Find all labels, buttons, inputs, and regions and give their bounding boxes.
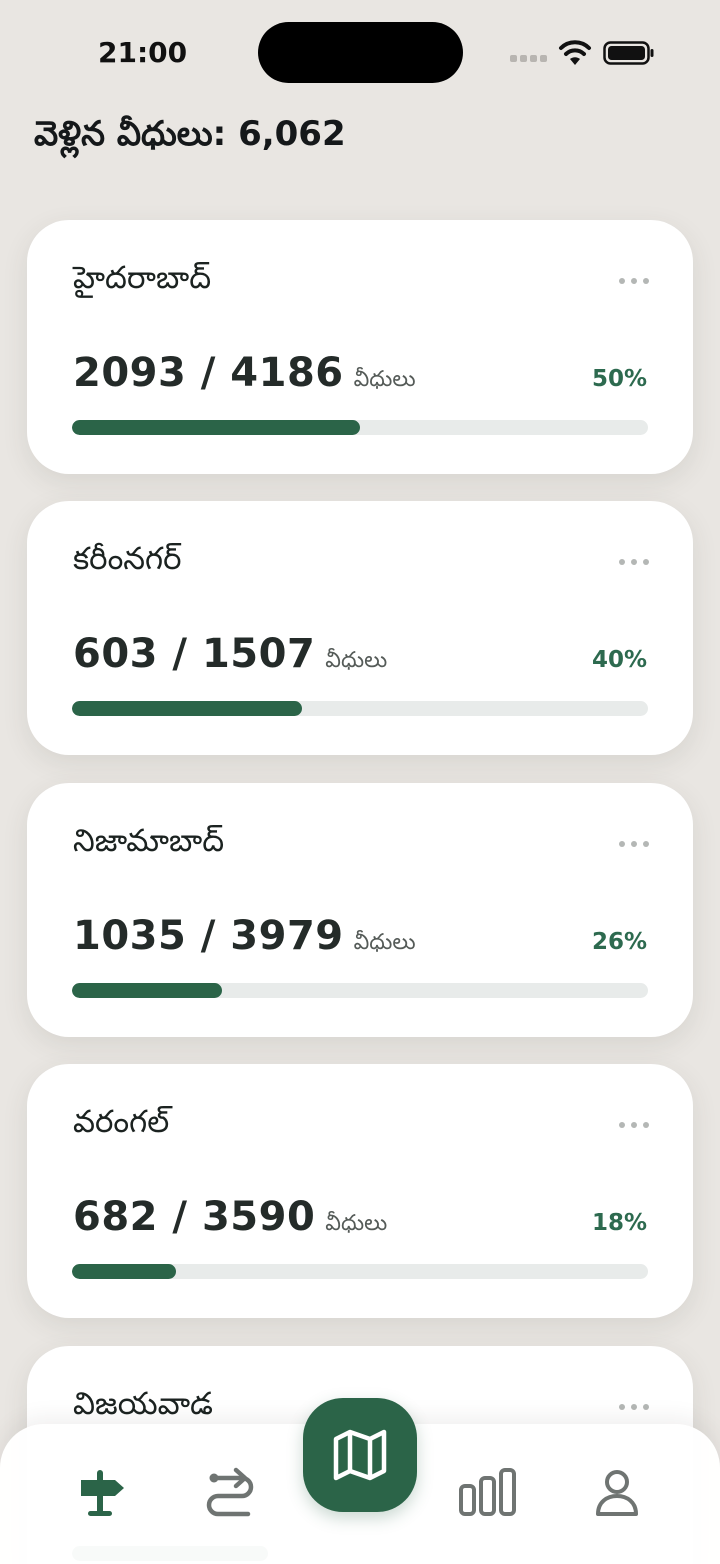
city-name: కరీంనగర్ <box>73 541 182 577</box>
visited-streets-total: వెళ్లిన వీధులు: 6,062 <box>34 114 346 154</box>
city-card-nizamabad[interactable]: నిజామాబాద్ 1035 / 3979 వీధులు 26% <box>27 783 693 1037</box>
street-count-unit: వీధులు <box>325 648 388 673</box>
street-count-unit: వీధులు <box>325 1211 388 1236</box>
street-count-value: 1035 / 3979 <box>73 913 344 959</box>
tab-profile[interactable] <box>587 1462 647 1522</box>
progress-bar-fill <box>72 983 222 998</box>
city-name: విజయవాడ <box>73 1386 213 1422</box>
status-time: 21:00 <box>98 36 188 69</box>
city-name: వరంగల్ <box>73 1104 170 1140</box>
progress-bar-fill <box>72 420 360 435</box>
street-count: 1035 / 3979 వీధులు <box>73 913 416 960</box>
more-options-icon[interactable] <box>619 1122 649 1128</box>
signpost-icon <box>81 1470 124 1516</box>
city-card-hyderabad[interactable]: హైదరాబాద్ 2093 / 4186 వీధులు 50% <box>27 220 693 474</box>
bar-chart-icon <box>459 1468 516 1516</box>
tab-map[interactable] <box>303 1398 417 1512</box>
tab-stats[interactable] <box>458 1462 518 1522</box>
more-options-icon[interactable] <box>619 278 649 284</box>
battery-icon <box>603 41 655 65</box>
progress-bar <box>72 983 648 998</box>
city-card-karimnagar[interactable]: కరీంనగర్ 603 / 1507 వీధులు 40% <box>27 501 693 755</box>
street-count-unit: వీధులు <box>353 930 416 955</box>
more-options-icon[interactable] <box>619 1404 649 1410</box>
street-count-value: 603 / 1507 <box>73 631 316 677</box>
tab-places[interactable] <box>70 1462 130 1522</box>
progress-percent: 26% <box>591 929 647 955</box>
street-count: 682 / 3590 వీధులు <box>73 1194 387 1241</box>
street-count-value: 2093 / 4186 <box>73 350 344 396</box>
dynamic-island <box>258 22 463 83</box>
progress-bar <box>72 1264 648 1279</box>
street-count: 603 / 1507 వీధులు <box>73 631 387 678</box>
status-bar: 21:00 <box>0 0 720 100</box>
more-options-icon[interactable] <box>619 841 649 847</box>
progress-percent: 50% <box>591 366 647 392</box>
cellular-signal-icon <box>510 55 548 63</box>
more-options-icon[interactable] <box>619 559 649 565</box>
city-name: హైదరాబాద్ <box>73 260 212 296</box>
street-count: 2093 / 4186 వీధులు <box>73 350 416 397</box>
route-icon <box>206 1467 254 1517</box>
progress-bar <box>72 420 648 435</box>
progress-bar-fill <box>72 1264 176 1279</box>
street-count-unit: వీధులు <box>353 367 416 392</box>
city-name: నిజామాబాద్ <box>73 823 225 859</box>
city-card-warangal[interactable]: వరంగల్ 682 / 3590 వీధులు 18% <box>27 1064 693 1318</box>
progress-bar-fill <box>72 701 303 716</box>
street-count-value: 682 / 3590 <box>73 1194 316 1240</box>
user-icon <box>596 1470 638 1516</box>
progress-bar <box>72 701 648 716</box>
map-icon <box>333 1429 387 1481</box>
progress-percent: 40% <box>591 647 647 673</box>
wifi-icon <box>558 38 592 68</box>
tab-routes[interactable] <box>200 1462 260 1522</box>
progress-percent: 18% <box>591 1210 647 1236</box>
